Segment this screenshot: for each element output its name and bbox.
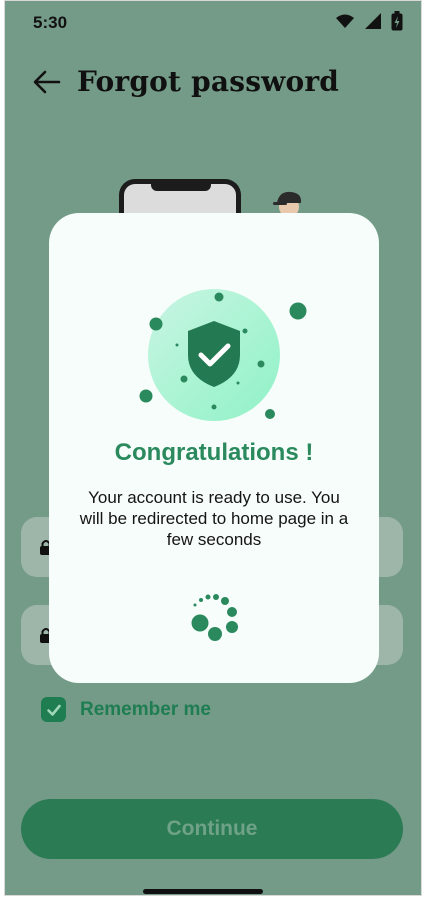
arrow-left-icon[interactable]: [31, 66, 63, 98]
home-indicator[interactable]: [143, 889, 263, 894]
phone-screen: 5:30 Forgot password Remember me Continu…: [4, 0, 422, 896]
remember-me: Remember me: [41, 697, 211, 722]
status-time: 5:30: [33, 13, 68, 32]
check-icon: [46, 704, 61, 716]
status-bar: 5:30: [5, 1, 421, 45]
success-dialog: Congratulations ! Your account is ready …: [49, 213, 379, 683]
header: Forgot password: [31, 65, 339, 98]
dialog-message: Your account is ready to use. You will b…: [79, 488, 349, 549]
status-icons: [335, 11, 403, 31]
continue-button[interactable]: Continue: [21, 799, 403, 859]
wifi-icon: [336, 14, 354, 28]
page-title: Forgot password: [77, 65, 340, 98]
dialog-title: Congratulations !: [114, 439, 314, 466]
spinner-icon: [191, 594, 238, 641]
remember-me-checkbox[interactable]: [41, 697, 66, 722]
remember-me-label: Remember me: [80, 698, 211, 720]
signal-icon: [365, 13, 381, 29]
battery-charging-icon: [391, 11, 403, 31]
shield-check-icon: [139, 289, 307, 421]
